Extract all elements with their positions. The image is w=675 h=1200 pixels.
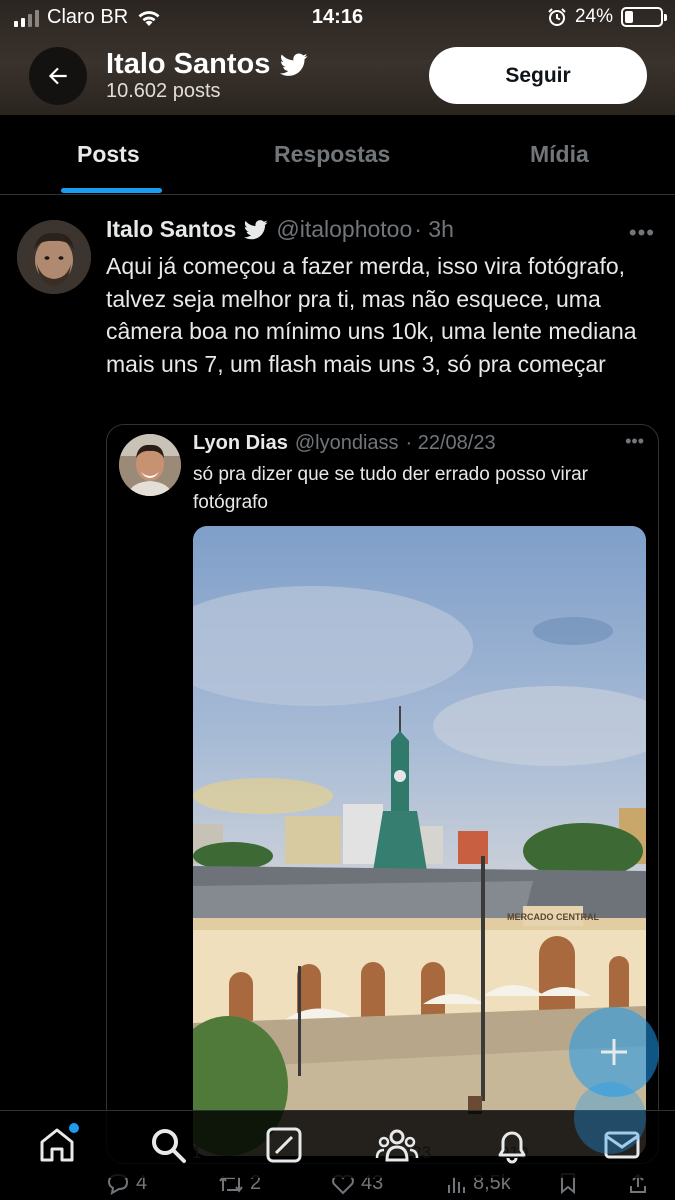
nav-home[interactable] (35, 1123, 79, 1167)
battery-percent: 24% (574, 6, 613, 27)
twitter-bird-icon (280, 52, 308, 76)
follow-button[interactable]: Seguir (429, 47, 647, 104)
more-options-icon[interactable]: ••• (625, 431, 644, 452)
grok-icon (266, 1127, 302, 1163)
tweet-author[interactable]: Italo Santos (106, 216, 236, 243)
post-count: 10.602 posts (106, 80, 221, 102)
quoted-text: só pra dizer que se tudo der errado poss… (193, 464, 588, 513)
profile-name-text: Italo Santos (106, 48, 271, 80)
arrow-left-icon (48, 67, 67, 85)
tweet-header: Italo Santos @italophotoo · 3h (106, 216, 454, 243)
nav-grok[interactable] (262, 1123, 306, 1167)
profile-tabs: Posts Respostas Mídia (0, 115, 675, 195)
battery-fill (625, 11, 634, 23)
quoted-handle[interactable]: @lyondiass (295, 432, 399, 455)
communities-icon (375, 1129, 419, 1162)
tweet-time: · 3h (414, 216, 454, 242)
notification-dot (69, 1123, 79, 1133)
tweet-text: Aqui já começou a fazer merda, isso vira… (106, 253, 637, 377)
status-bar: Claro BR 14:16 24% (0, 0, 675, 36)
profile-header: Claro BR 14:16 24% Italo Santos 10.602 p… (0, 0, 675, 115)
tweet-handle[interactable]: @italophotoo (276, 216, 412, 243)
compose-button[interactable] (569, 1007, 659, 1097)
alarm-icon (548, 8, 566, 26)
avatar[interactable] (119, 434, 181, 496)
search-icon (152, 1129, 186, 1163)
nav-notifications[interactable] (490, 1123, 534, 1167)
market-sign: MERCADO CENTRAL (507, 912, 599, 922)
quoted-author[interactable]: Lyon Dias (193, 432, 288, 455)
tab-posts[interactable]: Posts (77, 141, 140, 168)
more-options-icon[interactable]: ••• (629, 220, 655, 246)
battery-icon (621, 7, 667, 27)
tab-replies[interactable]: Respostas (274, 141, 390, 168)
back-button[interactable] (29, 47, 87, 105)
profile-name: Italo Santos (106, 48, 308, 81)
nav-search[interactable] (146, 1123, 190, 1167)
nav-communities[interactable] (375, 1123, 419, 1167)
quoted-date: · 22/08/23 (405, 432, 496, 454)
avatar[interactable] (17, 220, 91, 294)
twitter-bird-icon (244, 219, 268, 239)
tab-media[interactable]: Mídia (530, 141, 589, 168)
plus-icon (601, 1039, 627, 1065)
active-tab-indicator (61, 188, 162, 193)
quoted-tweet-header: Lyon Dias @lyondiass · 22/08/23 (193, 432, 496, 455)
bell-icon (498, 1131, 526, 1164)
